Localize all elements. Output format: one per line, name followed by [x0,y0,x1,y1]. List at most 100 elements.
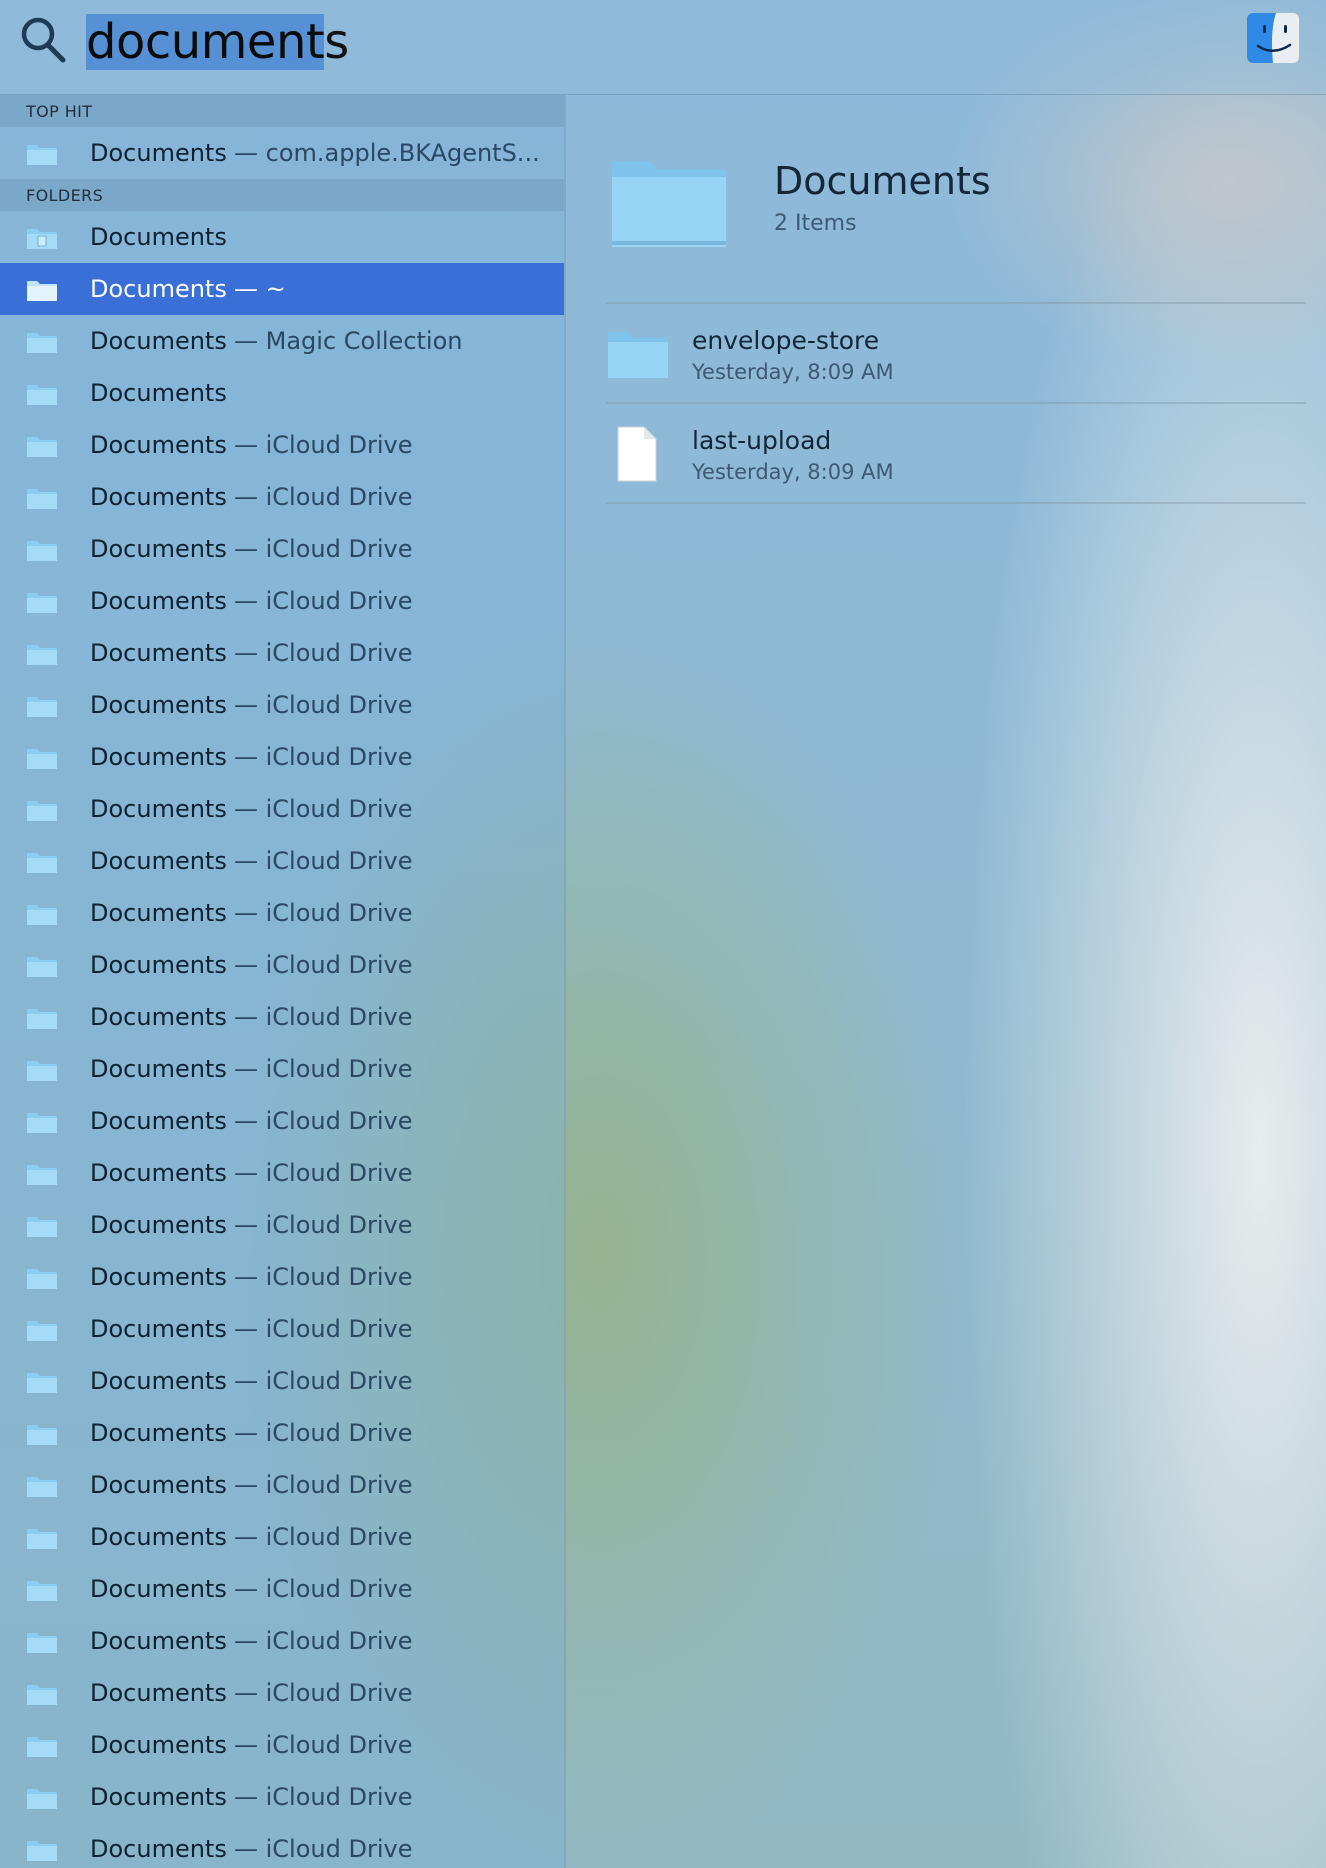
folder-result-row[interactable]: Documents — Magic Collection [0,315,564,367]
finder-icon[interactable] [1246,12,1300,64]
result-location: — iCloud Drive [234,1679,413,1707]
result-location: — iCloud Drive [234,1419,413,1447]
result-location: — iCloud Drive [234,1159,413,1187]
result-name: Documents [90,139,227,167]
folder-result-row[interactable]: Documents — iCloud Drive [0,731,564,783]
folder-result-row[interactable]: Documents — iCloud Drive [0,1147,564,1199]
folder-result-row[interactable]: Documents — iCloud Drive [0,1199,564,1251]
folder-icon [608,332,668,378]
folder-icon [27,957,57,977]
folder-result-row[interactable]: Documents — iCloud Drive [0,1771,564,1823]
folder-icon [27,1633,57,1653]
result-location: — iCloud Drive [234,1523,413,1551]
folder-result-row[interactable]: Documents — iCloud Drive [0,523,564,575]
result-name: Documents [90,1315,227,1343]
folder-result-row[interactable]: Documents [0,367,564,419]
folder-result-row[interactable]: Documents — iCloud Drive [0,1511,564,1563]
result-location: — iCloud Drive [234,951,413,979]
folder-result-row[interactable]: Documents — iCloud Drive [0,1407,564,1459]
folder-result-row-selected[interactable]: Documents — ~ [0,263,564,315]
spotlight-search-bar: documents [0,0,1326,95]
folder-result-row[interactable]: Documents — iCloud Drive [0,835,564,887]
result-name: Documents [90,1731,227,1759]
result-location: — iCloud Drive [234,535,413,563]
folder-icon [27,1113,57,1133]
folder-icon [27,1061,57,1081]
search-input[interactable]: documents [86,6,349,78]
folder-icon [27,1425,57,1445]
file-icon [617,426,657,482]
folder-result-row[interactable]: Documents [0,211,564,263]
folder-result-row[interactable]: Documents — iCloud Drive [0,1667,564,1719]
folder-result-row[interactable]: Documents — iCloud Drive [0,575,564,627]
folder-result-row[interactable]: Documents — iCloud Drive [0,1043,564,1095]
folder-result-row[interactable]: Documents — iCloud Drive [0,627,564,679]
folder-result-row[interactable]: Documents — iCloud Drive [0,419,564,471]
folder-icon [27,541,57,561]
result-name: Documents [90,795,227,823]
folder-icon [27,749,57,769]
search-query-rest: s [324,14,349,70]
result-name: Documents [90,1263,227,1291]
folder-result-row[interactable]: Documents — iCloud Drive [0,1355,564,1407]
preview-item[interactable]: last-upload Yesterday, 8:09 AM [606,404,1306,502]
result-location: — iCloud Drive [234,1575,413,1603]
search-icon [21,17,66,63]
folder-result-row[interactable]: Documents — iCloud Drive [0,887,564,939]
folder-result-row[interactable]: Documents — iCloud Drive [0,1563,564,1615]
folder-icon [27,853,57,873]
result-location: — iCloud Drive [234,1211,413,1239]
result-name: Documents [90,1679,227,1707]
result-name: Documents [90,1419,227,1447]
result-location: — iCloud Drive [234,1055,413,1083]
folder-result-row[interactable]: Documents — iCloud Drive [0,1615,564,1667]
folder-icon [27,1009,57,1029]
result-location: — iCloud Drive [234,587,413,615]
folder-result-row[interactable]: Documents — iCloud Drive [0,1251,564,1303]
result-name: Documents [90,847,227,875]
folder-result-row[interactable]: Documents — iCloud Drive [0,991,564,1043]
folder-result-row[interactable]: Documents — iCloud Drive [0,1719,564,1771]
folder-icon [27,333,57,353]
result-name: Documents [90,587,227,615]
folder-icon [27,697,57,717]
result-location: — iCloud Drive [234,1783,413,1811]
folder-icon [27,1581,57,1601]
result-location: — ~ [234,275,286,303]
preview-title: Documents [774,159,991,203]
preview-pane: Documents 2 Items envelope-store Yesterd… [566,95,1326,1868]
folder-icon [27,1789,57,1809]
result-location: — iCloud Drive [234,1315,413,1343]
result-name: Documents [90,223,227,251]
folder-results: Documents Documents — ~ Documents — Magic Co… [0,211,564,1868]
folder-result-row[interactable]: Documents — iCloud Drive [0,939,564,991]
folder-result-row[interactable]: Documents — iCloud Drive [0,1095,564,1147]
result-name: Documents [90,1471,227,1499]
folder-result-row[interactable]: Documents — iCloud Drive [0,1459,564,1511]
result-name: Documents [90,483,227,511]
folder-icon [27,1165,57,1185]
result-name: Documents [90,639,227,667]
folder-result-row[interactable]: Documents — iCloud Drive [0,471,564,523]
result-name: Documents [90,951,227,979]
folder-result-row[interactable]: Documents — iCloud Drive [0,783,564,835]
search-query-selected: document [86,14,325,70]
result-location: — iCloud Drive [234,483,413,511]
folder-icon [27,645,57,665]
result-location: — iCloud Drive [234,795,413,823]
result-name: Documents [90,327,227,355]
preview-item-count: 2 Items [774,211,857,236]
preview-item[interactable]: envelope-store Yesterday, 8:09 AM [606,304,1306,402]
result-location: — iCloud Drive [234,1471,413,1499]
folder-icon [27,1685,57,1705]
folder-icon [27,489,57,509]
top-hit-row[interactable]: Documents — com.apple.BKAgentS... [0,127,564,179]
result-name: Documents [90,1627,227,1655]
result-location: — iCloud Drive [234,691,413,719]
folder-result-row[interactable]: Documents — iCloud Drive [0,679,564,731]
preview-item-name: last-upload [692,426,832,455]
section-header-folders: FOLDERS [0,179,564,211]
folder-result-row[interactable]: Documents — iCloud Drive [0,1303,564,1355]
result-name: Documents [90,1003,227,1031]
folder-result-row[interactable]: Documents — iCloud Drive [0,1823,564,1868]
